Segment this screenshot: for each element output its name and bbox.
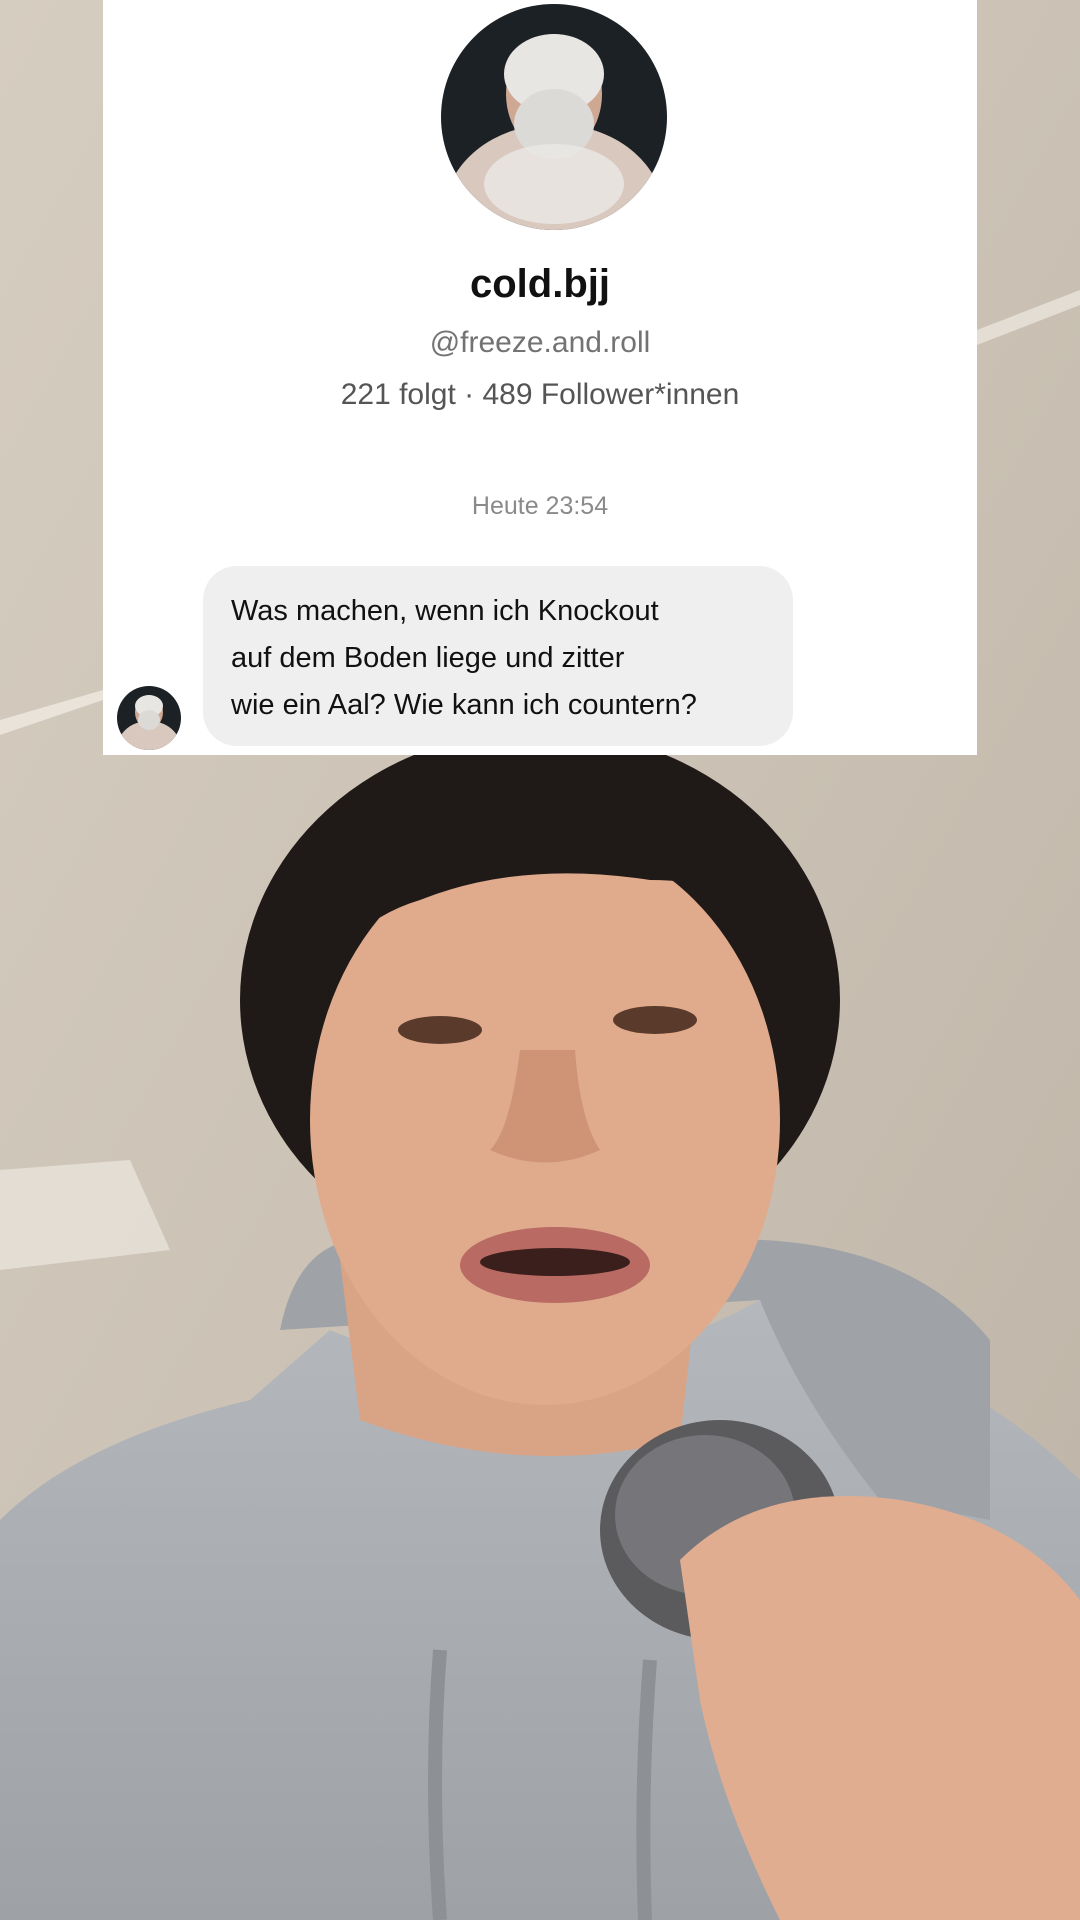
sender-avatar[interactable] [117,686,181,750]
profile-photo-icon [441,4,667,230]
message-line: Was machen, wenn ich Knockout [231,595,659,627]
message-bubble[interactable]: Was machen, wenn ich Knockout auf dem Bo… [203,566,793,746]
video-frame: cold.bjj @freeze.and.roll 221 folgt · 48… [0,0,1080,1920]
profile-handle: @freeze.and.roll [429,326,651,359]
message-row: Was machen, wenn ich Knockout auf dem Bo… [103,566,977,755]
sender-avatar-icon [117,686,181,750]
profile-avatar[interactable] [441,4,667,230]
profile-name[interactable]: cold.bjj [103,262,977,307]
message-line: auf dem Boden liege und zitter [231,642,625,674]
dm-screenshot-card: cold.bjj @freeze.and.roll 221 folgt · 48… [103,0,977,755]
profile-stats: 221 folgt · 489 Follower*innen [340,378,740,411]
creator-video [0,755,1080,1920]
message-timestamp: Heute 23:54 [471,492,609,520]
message-line: wie ein Aal? Wie kann ich countern? [231,689,697,721]
